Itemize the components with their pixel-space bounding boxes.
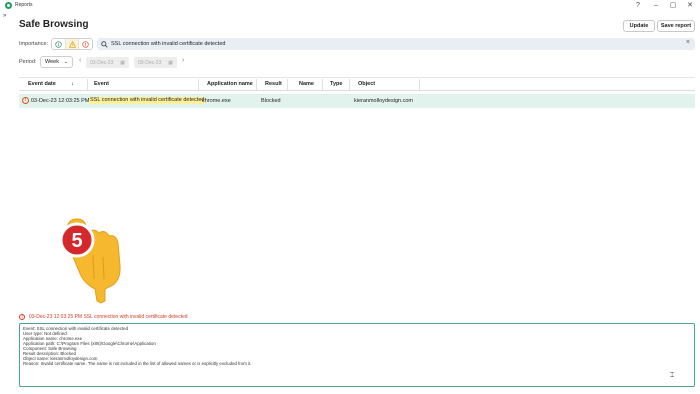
date-to-field[interactable]: 09-Dec-23 ▦ [134, 57, 177, 68]
warning-icon [68, 40, 76, 48]
sort-desc-icon[interactable]: ↓ [71, 81, 74, 87]
column-divider [419, 79, 420, 90]
event-details-textarea[interactable]: Event: SSL connection with invalid certi… [19, 323, 695, 387]
app-logo-icon [5, 2, 12, 9]
cell-event: SSL connection with invalid certificate … [89, 97, 206, 104]
column-name[interactable]: Name [299, 81, 314, 87]
info-icon [55, 40, 62, 48]
page-title: Safe Browsing [19, 19, 89, 30]
text-cursor-icon: ⌶ [670, 372, 675, 379]
sidebar-expand-icon[interactable]: » [3, 13, 6, 19]
column-divider [322, 79, 323, 90]
column-application-name[interactable]: Application name [207, 81, 253, 87]
column-divider [198, 79, 199, 90]
minimize-button[interactable]: – [648, 0, 664, 11]
importance-filter [51, 38, 93, 50]
search-input[interactable]: SSL connection with invalid certificate … [97, 38, 695, 50]
pointing-hand-icon: 5 [59, 218, 121, 304]
table-row[interactable]: 03-Dec-23 12:03:25 PM SSL connection wit… [19, 94, 695, 108]
cell-object: kieranmolloydesign.com [354, 98, 413, 104]
table-header: Event date ↓ Event Application name Resu… [19, 78, 695, 91]
column-event-date[interactable]: Event date [28, 81, 56, 87]
details-header-text: 03-Dec-23 12:03:25 PM SSL connection wit… [29, 314, 188, 320]
date-to-value: 09-Dec-23 [138, 59, 162, 66]
period-label: Period: [19, 59, 37, 65]
update-button[interactable]: Update [623, 20, 655, 32]
column-divider [256, 79, 257, 90]
close-button[interactable]: ✕ [682, 0, 698, 11]
title-bar: Reports ? – ▢ ✕ [0, 0, 700, 11]
column-result[interactable]: Result [265, 81, 282, 87]
window-title: Reports [15, 2, 33, 8]
cell-event-date: 03-Dec-23 12:03:25 PM [31, 98, 90, 104]
column-divider [87, 79, 88, 90]
period-select[interactable]: Week ⌄ [40, 56, 73, 68]
save-report-button[interactable]: Save report [657, 20, 695, 32]
column-type[interactable]: Type [330, 81, 342, 87]
importance-critical-toggle[interactable] [79, 39, 92, 49]
step-number: 5 [71, 230, 82, 252]
period-value: Week [45, 59, 59, 65]
maximize-button[interactable]: ▢ [665, 0, 681, 11]
chevron-down-icon: ⌄ [63, 59, 68, 65]
column-divider [287, 79, 288, 90]
clear-search-icon[interactable]: × [686, 39, 690, 46]
details-header: 03-Dec-23 12:03:25 PM SSL connection wit… [19, 314, 188, 320]
detail-line: Reason: Invalid certificate name. The na… [23, 361, 252, 366]
importance-warning-toggle[interactable] [65, 39, 80, 49]
importance-label: Importance: [19, 41, 49, 47]
next-period-arrow[interactable]: › [182, 57, 184, 64]
cell-application: chrome.exe [202, 98, 231, 104]
importance-info-toggle[interactable] [52, 39, 66, 49]
critical-icon [82, 40, 89, 48]
calendar-icon: ▦ [168, 59, 173, 66]
search-icon [101, 40, 108, 48]
previous-period-arrow[interactable]: ‹ [79, 57, 81, 64]
column-divider [349, 79, 350, 90]
date-from-value: 03-Dec-23 [90, 59, 114, 66]
help-button[interactable]: ? [630, 0, 646, 11]
warning-icon [22, 97, 29, 104]
date-from-field[interactable]: 03-Dec-23 ▦ [86, 57, 129, 68]
cell-result: Blocked [261, 98, 281, 104]
search-value: SSL connection with invalid certificate … [111, 41, 226, 47]
warning-icon [19, 314, 25, 320]
column-object[interactable]: Object [358, 81, 375, 87]
calendar-icon: ▦ [120, 59, 125, 66]
column-event[interactable]: Event [94, 81, 109, 87]
